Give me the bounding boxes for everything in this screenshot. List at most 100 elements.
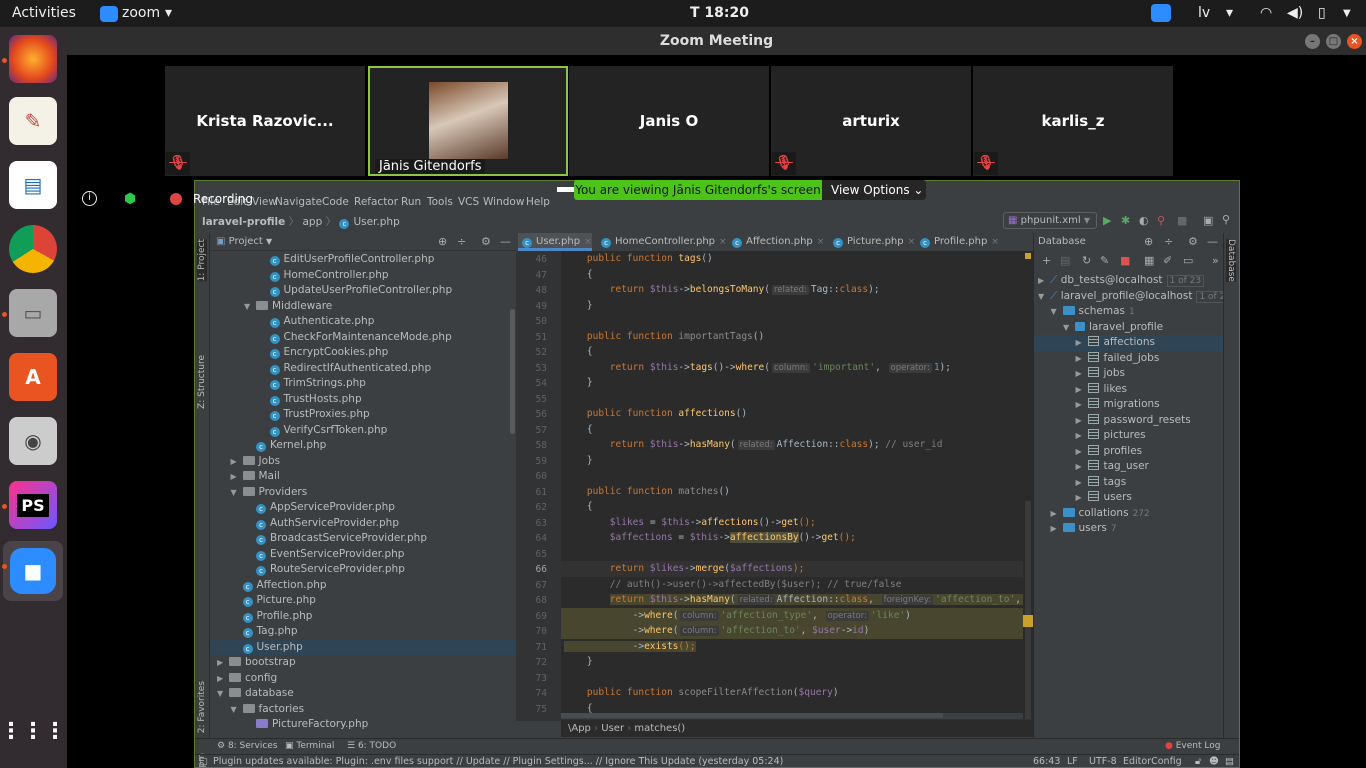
activities-button[interactable]: Activities	[12, 5, 76, 21]
line-number[interactable]: 59	[536, 454, 547, 470]
crumb-method[interactable]: matches()	[634, 723, 685, 734]
tree-item[interactable]: c HomeController.php	[210, 268, 516, 284]
tree-item[interactable]: ▶ Jobs	[210, 454, 516, 470]
gear-icon[interactable]: ⚙	[481, 233, 491, 251]
line-number[interactable]: 74	[536, 686, 547, 702]
info-icon[interactable]: i	[82, 191, 97, 206]
line-number[interactable]: 46	[536, 252, 547, 268]
menu-run[interactable]: Run	[401, 196, 421, 208]
line-number[interactable]: 69	[536, 609, 547, 625]
db-tree-item[interactable]: ▶ affections	[1034, 335, 1224, 351]
volume-icon[interactable]: ◀)	[1287, 5, 1303, 21]
text-editor-icon[interactable]: ✎	[9, 97, 57, 145]
hide-icon[interactable]: —	[1207, 235, 1218, 248]
db-tree-item[interactable]: ▶ users	[1034, 490, 1224, 506]
menu-help[interactable]: Help	[526, 196, 550, 208]
line-number[interactable]: 54	[536, 376, 547, 392]
stop-icon[interactable]: ■	[1177, 214, 1187, 227]
crumb-class[interactable]: User	[601, 723, 624, 734]
show-apps-icon[interactable]: ⋮⋮⋮	[0, 707, 66, 755]
tree-item[interactable]: c RouteServiceProvider.php	[210, 562, 516, 578]
line-number[interactable]: 73	[536, 671, 547, 687]
firefox-icon[interactable]	[9, 35, 57, 83]
table-editor-icon[interactable]: ▦	[1144, 254, 1154, 267]
db-tree-item[interactable]: ▶ password_resets	[1034, 413, 1224, 429]
participant-tile[interactable]: arturix 🎙︎	[771, 66, 971, 176]
menu-refactor[interactable]: Refactor	[354, 196, 398, 208]
file-manager-icon[interactable]: ▭	[9, 289, 57, 337]
terminal-window-icon[interactable]: ▣	[1203, 214, 1213, 227]
db-tree-item[interactable]: ▼ schemas 1	[1034, 304, 1224, 320]
maximize-button[interactable]: □	[1326, 34, 1341, 49]
app-menu[interactable]: zoom	[122, 5, 160, 21]
db-tree-item[interactable]: ▶ pictures	[1034, 428, 1224, 444]
breadcrumb-file[interactable]: User.php	[353, 216, 399, 228]
tree-item[interactable]: c Kernel.php	[210, 438, 516, 454]
close-tab-icon[interactable]: ×	[719, 237, 727, 247]
line-number[interactable]: 57	[536, 423, 547, 439]
tree-item[interactable]: ▶ bootstrap	[210, 655, 516, 671]
close-tab-icon[interactable]: ×	[584, 237, 592, 247]
run-config-select[interactable]: ▦ phpunit.xml ▼	[1003, 212, 1097, 229]
line-number[interactable]: 49	[536, 299, 547, 315]
tree-item[interactable]: c EventServiceProvider.php	[210, 547, 516, 563]
collapsed-arrow-icon[interactable]: ▶	[1076, 490, 1088, 506]
memory-icon[interactable]: ▤	[1225, 755, 1234, 767]
menu-code[interactable]: Code	[322, 196, 349, 208]
battery-icon[interactable]: ▯	[1318, 5, 1326, 21]
editor-tab[interactable]: c Profile.php ×	[916, 233, 999, 251]
duplicate-icon[interactable]: ▤	[1060, 254, 1070, 267]
close-tab-icon[interactable]: ×	[991, 237, 999, 247]
edit-source-icon[interactable]: ✐	[1163, 254, 1172, 267]
tool-tab-project[interactable]: 1: Project	[197, 239, 207, 282]
line-number[interactable]: 65	[536, 547, 547, 563]
db-tree-item[interactable]: ▼ laravel_profile	[1034, 320, 1224, 336]
refresh-icon[interactable]: ↻	[1082, 254, 1091, 267]
collapsed-arrow-icon[interactable]: ▶	[1076, 413, 1088, 429]
menu-navigate[interactable]: Navigate	[275, 196, 322, 208]
ddl-icon[interactable]: ▭	[1183, 254, 1193, 267]
line-number[interactable]: 48	[536, 283, 547, 299]
collapsed-arrow-icon[interactable]: ▶	[217, 671, 229, 687]
collapsed-arrow-icon[interactable]: ▶	[231, 454, 243, 470]
tree-item[interactable]: c AppServiceProvider.php	[210, 500, 516, 516]
tree-item[interactable]: c VerifyCsrfToken.php	[210, 423, 516, 439]
collapsed-arrow-icon[interactable]: ▶	[1076, 459, 1088, 475]
expanded-arrow-icon[interactable]: ▼	[231, 702, 243, 718]
participant-tile[interactable]: Jānis Gitendorfs	[368, 66, 568, 176]
line-number[interactable]: 72	[536, 655, 547, 671]
terminal-tab[interactable]: ▣ Terminal	[285, 739, 334, 754]
close-tab-icon[interactable]: ×	[817, 237, 825, 247]
event-log-tab[interactable]: ● Event Log	[1165, 739, 1220, 754]
tree-item[interactable]: c Affection.php	[210, 578, 516, 594]
expanded-arrow-icon[interactable]: ▼	[1063, 320, 1075, 336]
run-icon[interactable]: ▶	[1103, 214, 1111, 227]
line-number[interactable]: 56	[536, 407, 547, 423]
db-tree-item[interactable]: ▶ failed_jobs	[1034, 351, 1224, 367]
wifi-icon[interactable]: ◠	[1260, 5, 1272, 21]
editorconfig-indicator[interactable]: EditorConfig	[1123, 755, 1182, 767]
tree-item[interactable]: c Authenticate.php	[210, 314, 516, 330]
db-tree-item[interactable]: ▶ jobs	[1034, 366, 1224, 382]
breadcrumb-project[interactable]: laravel-profile	[202, 216, 285, 228]
screenshot-icon[interactable]: ◉	[9, 417, 57, 465]
more-icon[interactable]: »	[1212, 254, 1219, 267]
tree-item[interactable]: c CheckForMaintenanceMode.php	[210, 330, 516, 346]
tool-tab-favorites[interactable]: 2: Favorites	[197, 681, 207, 733]
line-number[interactable]: 71	[536, 640, 547, 656]
caret-position[interactable]: 66:43	[1033, 755, 1060, 767]
tree-item[interactable]: c EncryptCookies.php	[210, 345, 516, 361]
tree-item[interactable]: ▼ Middleware	[210, 299, 516, 315]
line-number[interactable]: 50	[536, 314, 547, 330]
tree-item[interactable]: c AuthServiceProvider.php	[210, 516, 516, 532]
tree-item[interactable]: c TrustProxies.php	[210, 407, 516, 423]
tree-item[interactable]: c Tag.php	[210, 624, 516, 640]
line-number[interactable]: 53	[536, 361, 547, 377]
tool-tab-database[interactable]: Database	[1226, 239, 1236, 282]
system-menu-caret-icon[interactable]: ▼	[1343, 8, 1351, 19]
input-caret-icon[interactable]: ▾	[1226, 5, 1233, 21]
participant-tile[interactable]: Krista Razovic... 🎙︎	[165, 66, 365, 176]
line-number[interactable]: 66	[536, 562, 547, 578]
db-tree-item[interactable]: ▶ tag_user	[1034, 459, 1224, 475]
line-number[interactable]: 52	[536, 345, 547, 361]
